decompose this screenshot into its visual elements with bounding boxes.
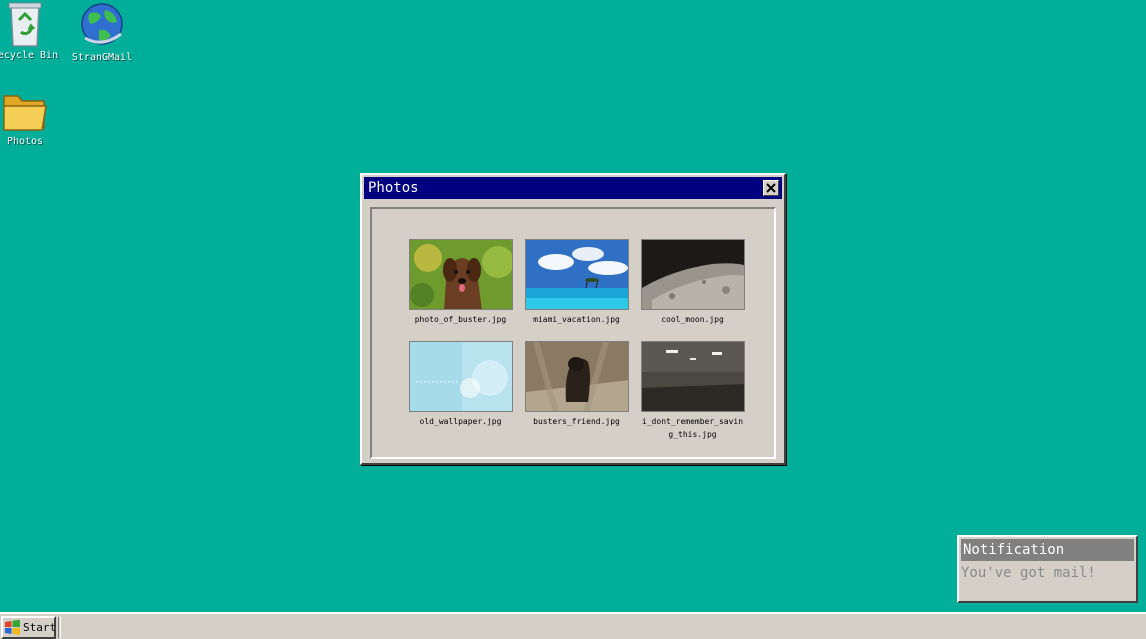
photo-thumbnail [640,341,745,412]
globe-mail-icon [81,3,123,45]
photo-thumbnail [408,341,513,412]
taskbar: Start [0,612,1146,639]
photo-item[interactable]: busters_friend.jpg [524,341,629,443]
photo-filename: old_wallpaper.jpg [419,417,502,426]
mail-notification[interactable]: Notification You've got mail! [957,535,1138,603]
recycle-bin-icon [8,2,42,47]
desktop-icon-recycle-bin[interactable]: Recycle Bin [0,0,60,61]
photo-filename: cool_moon.jpg [661,315,724,324]
start-button[interactable]: Start [1,616,56,639]
photo-thumbnail [524,239,629,310]
close-button[interactable] [763,180,779,196]
start-label: Start [23,621,57,634]
photo-thumbnail [640,239,745,310]
close-icon [766,183,776,193]
photo-thumbnail [408,239,513,310]
photo-item[interactable]: miami_vacation.jpg [524,239,629,341]
photos-window: Photos photo_of_buster.jpg miami_vacatio… [360,173,786,465]
notification-title: Notification [961,539,1134,561]
photo-item[interactable]: i_dont_remember_saving_this.jpg [640,341,745,443]
photo-thumbnail [524,341,629,412]
photo-item[interactable]: photo_of_buster.jpg [408,239,513,341]
photo-filename: busters_friend.jpg [533,417,620,426]
recycle-bin-label: Recycle Bin [0,50,59,61]
taskbar-separator [58,617,61,638]
photo-filename: photo_of_buster.jpg [414,315,507,324]
photo-grid-panel: photo_of_buster.jpg miami_vacation.jpg c… [370,207,776,459]
photos-label: Photos [6,136,44,147]
desktop-icon-photos[interactable]: Photos [0,88,60,147]
photo-item[interactable]: old_wallpaper.jpg [408,341,513,443]
strangmail-label: StranGMail [71,52,133,63]
window-title: Photos [368,180,419,196]
window-titlebar[interactable]: Photos [364,177,782,199]
desktop-icon-strangmail[interactable]: StranGMail [67,0,137,63]
photo-filename: i_dont_remember_saving_this.jpg [641,417,744,439]
photo-item[interactable]: cool_moon.jpg [640,239,745,341]
notification-message: You've got mail! [961,565,1096,581]
photo-filename: miami_vacation.jpg [533,315,620,324]
windows-logo-icon [5,619,20,635]
folder-icon [3,95,47,131]
photo-grid: photo_of_buster.jpg miami_vacation.jpg c… [408,239,745,443]
